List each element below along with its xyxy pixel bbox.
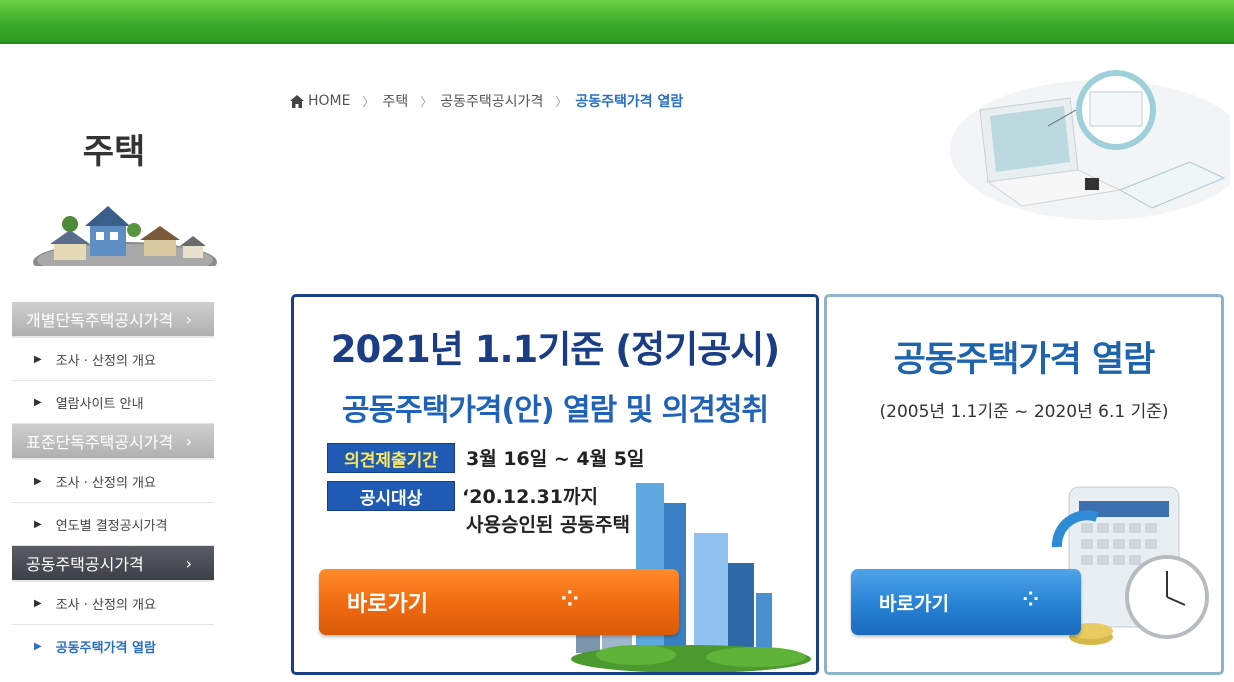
notice-banner-2021: 2021년 1.1기준 (정기공시) 공동주택가격(안) 열람 및 의견청취 의… [291,294,819,675]
sidebar-item-label: 개별단독주택공시가격 [26,311,174,330]
objection-period-value: 3월 16일 ~ 4월 5일 [466,448,645,470]
banner-title: 2021년 1.1기준 (정기공시) [330,328,780,371]
sidebar-subitem-label: 열람사이트 안내 [55,396,144,412]
bullet-icon: ▶ [34,518,42,530]
chevron-right-icon: 〉 [555,94,568,109]
sidebar-item-label: 표준단독주택공시가격 [26,433,174,452]
breadcrumb-housing-link[interactable]: 주택 [383,91,409,111]
banner-title: 공동주택가격 열람 [893,340,1156,380]
home-icon [290,94,304,108]
chevron-right-icon: › [185,431,192,451]
sidebar-subitem-survey-overview[interactable]: ▶ 조사 · 산정의 개요 [12,582,214,625]
chevron-right-icon: 〉 [362,94,375,109]
banner-subtitle: (2005년 1.1기준 ~ 2020년 6.1 기준) [879,402,1169,422]
breadcrumb: HOME 〉 주택 〉 공동주택공시가격 〉 공동주택가격 열람 [290,90,683,112]
bullet-icon: ▶ [34,353,42,365]
bullet-icon: ▶ [34,396,42,408]
sidebar-item-apartment-price[interactable]: 공동주택공시가격 › [12,546,214,582]
go-button-apartment-price-view[interactable]: 바로가기 ⁘ [851,569,1081,635]
sidebar-subitem-label: 연도별 결정공시가격 [55,518,168,534]
sidebar-menu: 개별단독주택공시가격 › ▶ 조사 · 산정의 개요 ▶ 열람사이트 안내 표준… [12,302,214,668]
breadcrumb-apartment-price-link[interactable]: 공동주택공시가격 [440,91,543,111]
sidebar-item-individual-house-price[interactable]: 개별단독주택공시가격 › [12,302,214,338]
chevron-right-icon: › [185,553,192,573]
laptop-illustration [950,70,1230,220]
sidebar-subitem-label: 조사 · 산정의 개요 [55,597,156,613]
chevron-right-icon: › [185,309,192,329]
apartment-price-view-banner: 공동주택가격 열람 (2005년 1.1기준 ~ 2020년 6.1 기준) 바… [824,294,1224,675]
sidebar-subitem-label: 조사 · 산정의 개요 [55,353,156,369]
sidebar-subitem-survey-overview[interactable]: ▶ 조사 · 산정의 개요 [12,338,214,381]
sidebar: 주택 개별단독주택공시가격 › ▶ 조사 · 산정의 개요 ▶ 열람사이트 안내… [0,44,230,682]
chevron-right-icon: 〉 [420,94,433,109]
button-label: 바로가기 [879,592,949,615]
objection-period-tag: 의견제출기간 [327,443,455,473]
sidebar-subitem-survey-overview[interactable]: ▶ 조사 · 산정의 개요 [12,460,214,503]
sidebar-title: 주택 [82,132,146,172]
announcement-target-tag: 공시대상 [327,481,455,511]
button-label: 바로가기 [347,592,428,617]
go-button-2021-notice[interactable]: 바로가기 ⁘ [319,569,679,635]
sidebar-subitem-apartment-price-view[interactable]: ▶ 공동주택가격 열람 [12,625,214,668]
sidebar-subitem-viewing-site[interactable]: ▶ 열람사이트 안내 [12,381,214,424]
breadcrumb-home-link[interactable]: HOME [308,93,350,109]
sidebar-subitem-yearly-price[interactable]: ▶ 연도별 결정공시가격 [12,503,214,546]
sidebar-item-standard-house-price[interactable]: 표준단독주택공시가격 › [12,424,214,460]
sidebar-item-label: 공동주택공시가격 [26,555,144,574]
banner-subtitle: 공동주택가격(안) 열람 및 의견청취 [341,393,769,428]
arrow-right-icon: ⁘ [560,587,579,612]
bullet-icon: ▶ [34,597,42,609]
top-green-bar [0,0,1234,44]
sidebar-subitem-label: 조사 · 산정의 개요 [55,475,156,491]
breadcrumb-current: 공동주택가격 열람 [575,94,684,110]
bullet-icon: ▶ [34,475,42,487]
houses-illustration [33,206,217,266]
bullet-icon: ▶ [34,641,42,652]
arrow-right-icon: ⁘ [1022,587,1039,611]
sidebar-subitem-label: 공동주택가격 열람 [55,641,156,656]
